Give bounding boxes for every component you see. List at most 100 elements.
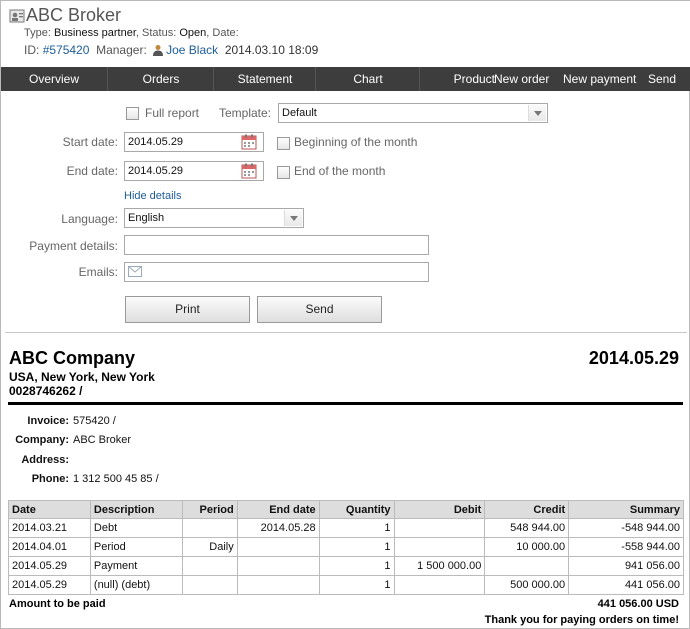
status-value: Open <box>179 27 207 39</box>
cell-summary: -548 944.00 <box>568 518 684 538</box>
cell-end-date <box>236 575 320 595</box>
column-header: End date <box>236 500 320 519</box>
payment-details-input[interactable] <box>124 235 429 255</box>
invoice-company-label: Company: <box>15 434 69 446</box>
envelope-icon <box>128 266 142 277</box>
cell-description: Debt <box>89 518 183 538</box>
calendar-icon[interactable] <box>241 163 257 179</box>
new-payment-button[interactable]: New payment <box>563 67 636 91</box>
beginning-month-label: Beginning of the month <box>294 135 418 149</box>
cell-debit <box>393 518 486 538</box>
language-select[interactable]: English <box>124 208 304 228</box>
cell-end-date <box>236 537 320 557</box>
cell-credit: 548 944.00 <box>484 518 570 538</box>
chevron-down-icon <box>284 210 302 226</box>
invoice-divider <box>8 402 683 405</box>
header-datetime: 2014.03.10 18:09 <box>224 43 319 57</box>
cell-credit <box>484 556 570 576</box>
partner-header: ABC Broker Type: Business partner, Statu… <box>1 1 690 67</box>
table-row: 2014.05.29 Payment 1 1 500 000.00 941 05… <box>8 556 684 576</box>
cell-period <box>181 575 238 595</box>
cell-period <box>181 556 238 576</box>
cell-quantity: 1 <box>318 518 395 538</box>
end-month-label: End of the month <box>294 164 386 178</box>
cell-credit: 500 000.00 <box>484 575 570 595</box>
cell-summary: 941 056.00 <box>568 556 684 576</box>
amount-due-value: 441 056.00 USD <box>597 598 679 610</box>
cell-summary: -558 944.00 <box>568 537 684 557</box>
invoice-phone-label: Phone: <box>31 473 69 485</box>
partner-card-icon <box>9 9 25 23</box>
start-date-label: Start date: <box>62 135 118 149</box>
invoice-number-label: Invoice: <box>27 415 69 427</box>
table-header-row: Date Description Period End date Quantit… <box>8 500 684 519</box>
type-value: Business partner <box>53 27 136 39</box>
table-row: 2014.03.21 Debt 2014.05.28 1 548 944.00 … <box>8 518 684 538</box>
cell-period: Daily <box>181 537 238 557</box>
send-button[interactable]: Send <box>257 296 382 323</box>
cell-description: Payment <box>89 556 183 576</box>
cell-debit <box>393 575 486 595</box>
nav-separator <box>315 67 316 91</box>
manager-link[interactable]: Joe Black <box>166 43 218 57</box>
hide-details-link[interactable]: Hide details <box>124 190 181 202</box>
cell-date: 2014.05.29 <box>8 575 91 595</box>
print-button[interactable]: Print <box>125 296 250 323</box>
invoice-number-value: 575420 / <box>73 415 116 427</box>
column-header: Debit <box>393 500 486 519</box>
nav-separator <box>419 67 420 91</box>
full-report-label: Full report <box>145 106 200 120</box>
cell-date: 2014.05.29 <box>8 556 91 576</box>
partner-ids: ID: #575420 Manager: Joe Black 2014.03.1… <box>24 43 319 57</box>
calendar-icon[interactable] <box>241 134 257 150</box>
invoice-company-phone: 0028746262 / <box>9 384 83 398</box>
tab-statement[interactable]: Statement <box>215 67 315 91</box>
cell-end-date <box>236 556 320 576</box>
payment-details-label: Payment details: <box>29 239 118 253</box>
window-frame: ABC Broker Type: Business partner, Statu… <box>0 0 690 629</box>
invoice-phone-value: 1 312 500 45 85 / <box>73 473 159 485</box>
cell-credit: 10 000.00 <box>484 537 570 557</box>
invoice-address-label: Address: <box>21 454 69 466</box>
table-row: 2014.05.29 (null) (debt) 1 500 000.00 44… <box>8 575 684 595</box>
cell-description: Period <box>89 537 183 557</box>
section-divider <box>5 332 687 333</box>
cell-quantity: 1 <box>318 556 395 576</box>
full-report-checkbox[interactable] <box>126 107 139 120</box>
new-order-button[interactable]: New order <box>494 67 549 91</box>
column-header: Quantity <box>318 500 395 519</box>
nav-bar: Overview Orders Statement Chart Product … <box>1 67 690 91</box>
cell-end-date: 2014.05.28 <box>236 518 320 538</box>
template-select[interactable]: Default <box>278 103 548 123</box>
tab-chart[interactable]: Chart <box>317 67 419 91</box>
cell-period <box>181 518 238 538</box>
id-link[interactable]: #575420 <box>43 43 90 57</box>
invoice-table: Date Description Period End date Quantit… <box>8 500 684 595</box>
beginning-month-checkbox[interactable] <box>277 137 290 150</box>
invoice-company-name: ABC Company <box>9 348 136 368</box>
end-date-label: End date: <box>66 164 118 178</box>
invoice-company-address: USA, New York, New York <box>9 370 155 384</box>
tab-orders[interactable]: Orders <box>109 67 213 91</box>
partner-meta: Type: Business partner, Status: Open, Da… <box>24 27 239 39</box>
tab-overview[interactable]: Overview <box>1 67 107 91</box>
table-row: 2014.04.01 Period Daily 1 10 000.00 -558… <box>8 537 684 557</box>
send-nav-button[interactable]: Send <box>648 67 676 91</box>
nav-separator <box>107 67 108 91</box>
cell-description: (null) (debt) <box>89 575 183 595</box>
cell-quantity: 1 <box>318 575 395 595</box>
end-month-checkbox[interactable] <box>277 166 290 179</box>
invoice-company-value: ABC Broker <box>73 434 132 446</box>
emails-label: Emails: <box>78 265 118 279</box>
column-header: Credit <box>484 500 570 519</box>
language-label: Language: <box>61 212 118 226</box>
manager-user-icon <box>153 45 164 56</box>
column-header: Summary <box>568 500 684 519</box>
amount-due-label: Amount to be paid <box>9 598 106 610</box>
template-label: Template: <box>218 106 271 120</box>
emails-input[interactable] <box>124 262 429 282</box>
cell-date: 2014.04.01 <box>8 537 91 557</box>
invoice-date: 2014.05.29 <box>588 348 679 368</box>
cell-date: 2014.03.21 <box>8 518 91 538</box>
tab-product[interactable]: Product <box>421 67 495 91</box>
